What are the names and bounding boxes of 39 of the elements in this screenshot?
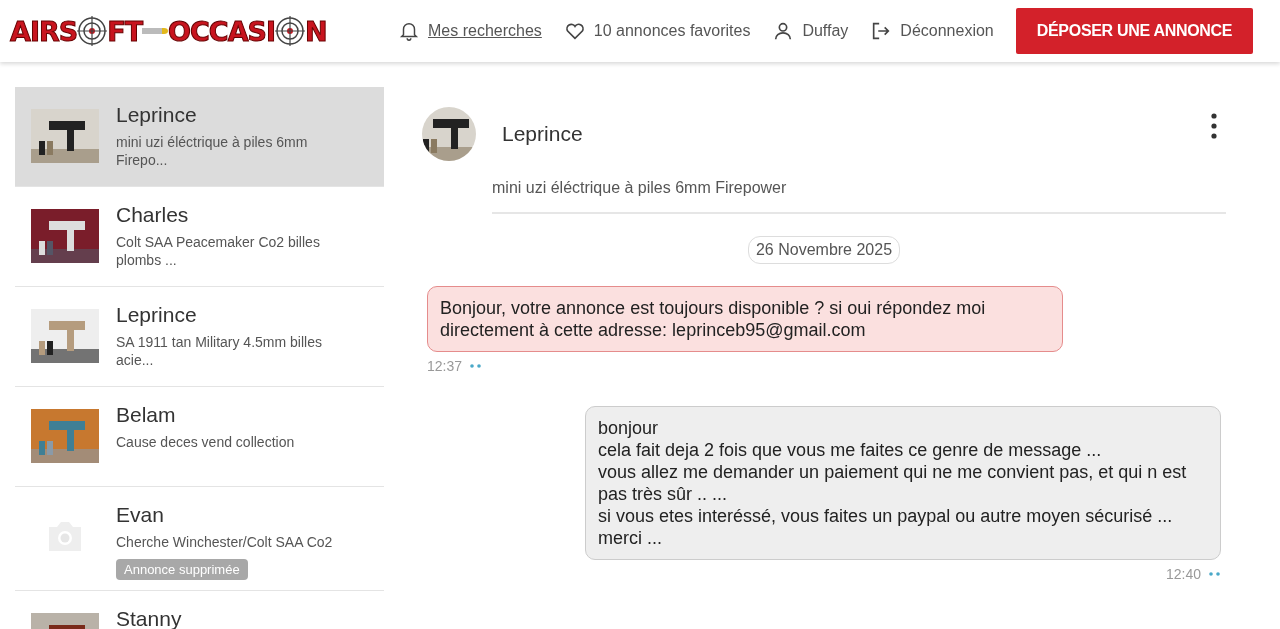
contact-name: Leprince xyxy=(116,103,197,127)
target-icon xyxy=(77,16,108,46)
message-time: 12:37 xyxy=(427,358,463,374)
bullet-icon xyxy=(142,27,169,35)
logo-text: OCCASI xyxy=(168,17,276,45)
contact-name: Charles xyxy=(116,203,189,227)
ad-title: Cherche Winchester/Colt SAA Co2 xyxy=(116,533,333,551)
contact-name: Leprince xyxy=(502,122,583,146)
message-bubble: Bonjour, votre annonce est toujours disponible ? si oui répondez moi directement à cette adresse: leprinceb95@gmail.com xyxy=(427,286,1063,352)
date-label: 26 Novembre 2025 xyxy=(747,236,901,264)
ad-title: mini uzi éléctrique à piles 6mm Firepo... xyxy=(116,133,309,169)
contact-name: Leprince xyxy=(116,303,197,327)
conversation-item[interactable]: Charles Colt SAA Peacemaker Co2 billes plombs ... xyxy=(15,187,384,287)
ad-title: Cause deces vend collection xyxy=(116,433,295,451)
status-badge: Annonce supprimée xyxy=(116,559,248,580)
read-icon xyxy=(1209,572,1221,576)
logo-text: N xyxy=(305,17,327,45)
conversation-item[interactable]: Leprince mini uzi éléctrique à piles 6mm Firepo... xyxy=(15,87,384,187)
nav-link[interactable]: Déconnexion xyxy=(900,22,994,40)
conversation-item[interactable]: Evan Cherche Winchester/Colt SAA Co2 Annonce supprimée xyxy=(15,487,384,591)
nav-link[interactable]: Duffay xyxy=(802,22,849,40)
read-icon xyxy=(470,364,483,368)
post-ad-button[interactable]: DÉPOSER UNE ANNONCE xyxy=(1015,8,1254,54)
ad-title: SA 1911 tan Military 4.5mm billes acie... xyxy=(116,333,323,369)
more-icon[interactable] xyxy=(1210,112,1218,140)
bell-icon xyxy=(398,20,420,42)
contact-name: Belam xyxy=(116,403,176,427)
target-icon xyxy=(275,16,306,46)
conversation-item[interactable]: Leprince SA 1911 tan Military 4.5mm billes acie... xyxy=(15,287,384,387)
contact-name: Evan xyxy=(116,503,164,527)
nav-link[interactable]: 10 annonces favorites xyxy=(593,22,751,40)
message-bubble: bonjour cela fait deja 2 fois que vous me faites ce genre de message ... vous allez me demander un paiement qui ne me convient pas, et qui n est pas très sûr .. ... si vous etes interéssé, vous faites un paypal ou autre moyen sécurisé ... merci ... xyxy=(585,406,1221,560)
ad-title: mini uzi éléctrique à piles 6mm Firepower xyxy=(492,179,1226,214)
message-time: 12:40 xyxy=(1165,566,1201,582)
ad-title: Colt SAA Peacemaker Co2 billes plombs ... xyxy=(116,233,321,269)
logo-text: FT xyxy=(107,17,143,45)
conversation-item[interactable]: Belam Cause deces vend collection xyxy=(15,387,384,487)
logo-text: AIRS xyxy=(10,17,78,45)
nav-link[interactable]: Mes recherches xyxy=(428,22,542,40)
